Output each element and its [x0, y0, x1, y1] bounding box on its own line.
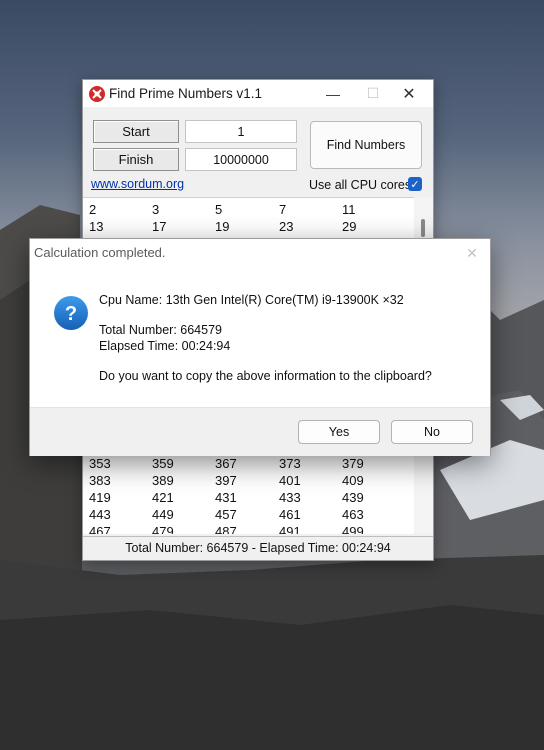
status-bar: Total Number: 664579 - Elapsed Time: 00:…: [83, 536, 433, 559]
prime-cell: 409: [342, 473, 364, 488]
prime-cell: 401: [279, 473, 301, 488]
prime-cell: 499: [342, 524, 364, 534]
question-icon: ?: [54, 296, 88, 330]
prime-cell: 419: [89, 490, 111, 505]
prime-cell: 479: [152, 524, 174, 534]
finish-input[interactable]: 10000000: [185, 148, 297, 171]
prime-cell: 389: [152, 473, 174, 488]
prime-cell: 19: [215, 219, 230, 234]
prime-cell: 467: [89, 524, 111, 534]
prime-cell: 367: [215, 456, 237, 471]
prime-cell: 29: [342, 219, 357, 234]
calculation-dialog: Calculation completed. ✕ ? Cpu Name: 13t…: [29, 238, 491, 456]
prime-cell: 373: [279, 456, 301, 471]
prime-cell: 463: [342, 507, 364, 522]
app-logo-icon: [89, 86, 105, 102]
total-number-text: Total Number: 664579: [99, 323, 222, 337]
maximize-button[interactable]: ☐: [353, 80, 393, 107]
dialog-close-button[interactable]: ✕: [458, 241, 486, 265]
prime-cell: 421: [152, 490, 174, 505]
cpu-name-text: Cpu Name: 13th Gen Intel(R) Core(TM) i9-…: [99, 293, 404, 307]
use-all-cores-label[interactable]: Use all CPU cores: [309, 178, 411, 192]
prime-cell: 359: [152, 456, 174, 471]
prime-cell: 487: [215, 524, 237, 534]
start-input[interactable]: 1: [185, 120, 297, 143]
close-button[interactable]: ✕: [389, 80, 429, 107]
start-label: Start: [93, 120, 179, 143]
prime-cell: 457: [215, 507, 237, 522]
prime-cell: 397: [215, 473, 237, 488]
prime-cell: 7: [279, 202, 287, 217]
prime-cell: 431: [215, 490, 237, 505]
finish-label: Finish: [93, 148, 179, 171]
minimize-button[interactable]: —: [313, 80, 353, 107]
prime-cell: 461: [279, 507, 301, 522]
prime-cell: 353: [89, 456, 111, 471]
clipboard-question-text: Do you want to copy the above informatio…: [99, 369, 432, 383]
dialog-title: Calculation completed.: [34, 245, 166, 260]
prime-cell: 449: [152, 507, 174, 522]
prime-cell: 379: [342, 456, 364, 471]
prime-cell: 5: [215, 202, 223, 217]
use-all-cores-checkbox[interactable]: ✓: [408, 177, 422, 191]
prime-cell: 383: [89, 473, 111, 488]
prime-cell: 3: [152, 202, 160, 217]
dialog-button-bar: Yes No: [30, 407, 490, 456]
elapsed-time-text: Elapsed Time: 00:24:94: [99, 339, 231, 353]
prime-cell: 11: [342, 202, 356, 217]
website-link[interactable]: www.sordum.org: [91, 177, 184, 191]
yes-button[interactable]: Yes: [298, 420, 380, 444]
window-title: Find Prime Numbers v1.1: [109, 86, 263, 101]
find-numbers-button[interactable]: Find Numbers: [310, 121, 422, 169]
prime-cell: 13: [89, 219, 104, 234]
question-glyph: ?: [65, 303, 77, 325]
prime-cell: 443: [89, 507, 111, 522]
prime-cell: 2: [89, 202, 97, 217]
prime-cell: 17: [152, 219, 167, 234]
prime-cell: 491: [279, 524, 301, 534]
title-bar[interactable]: Find Prime Numbers v1.1 — ☐ ✕: [83, 80, 433, 107]
prime-cell: 23: [279, 219, 294, 234]
prime-cell: 439: [342, 490, 364, 505]
no-button[interactable]: No: [391, 420, 473, 444]
prime-cell: 433: [279, 490, 301, 505]
scrollbar-thumb[interactable]: [421, 219, 425, 237]
